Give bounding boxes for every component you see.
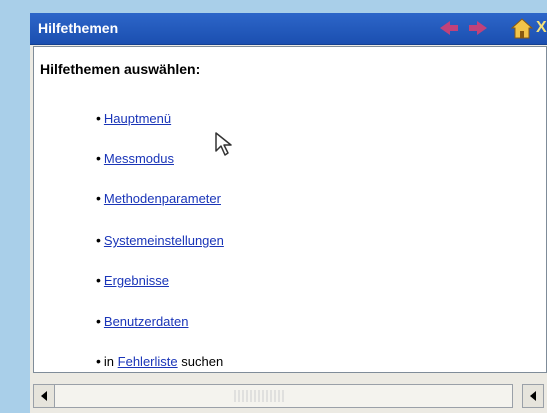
topic-link-hauptmenue[interactable]: Hauptmenü <box>104 111 171 126</box>
bullet-icon: • <box>96 190 101 206</box>
topic-link-ergebnisse[interactable]: Ergebnisse <box>104 273 169 288</box>
forward-button[interactable] <box>468 20 488 36</box>
scroll-left-arrow-icon <box>41 391 47 401</box>
title-bar: Hilfethemen X <box>30 13 547 45</box>
close-icon[interactable]: X <box>536 19 547 37</box>
forward-arrow-icon <box>469 21 487 35</box>
list-item: • Ergebnisse <box>96 272 169 288</box>
list-item: • Hauptmenü <box>96 110 171 126</box>
bullet-icon: • <box>96 353 101 369</box>
home-button[interactable] <box>510 17 534 41</box>
topic-link-systemeinstellungen[interactable]: Systemeinstellungen <box>104 233 224 248</box>
mouse-pointer-icon <box>215 132 232 156</box>
bullet-icon: • <box>96 272 101 288</box>
bullet-icon: • <box>96 313 101 329</box>
scrollbar-thumb[interactable] <box>234 390 284 402</box>
page-heading: Hilfethemen auswählen: <box>40 61 201 77</box>
list-item: • Messmodus <box>96 150 174 166</box>
search-suffix: suchen <box>181 354 224 369</box>
topic-link-benutzerdaten[interactable]: Benutzerdaten <box>104 314 189 329</box>
bullet-icon: • <box>96 232 101 248</box>
list-item: • in Fehlerliste suchen <box>96 353 223 369</box>
help-content-pane: Hilfethemen auswählen: • Hauptmenü • Messm… <box>33 46 547 373</box>
home-icon <box>510 18 534 39</box>
topic-link-messmodus[interactable]: Messmodus <box>104 151 174 166</box>
back-button[interactable] <box>439 20 459 36</box>
list-item: • Methodenparameter <box>96 190 221 206</box>
back-arrow-icon <box>440 21 458 35</box>
horizontal-scrollbar[interactable] <box>33 384 513 408</box>
help-window: Hilfethemen X Hilfethemen auswählen: • Ha… <box>30 13 547 413</box>
error-list-link[interactable]: Fehlerliste <box>118 354 178 369</box>
list-item: • Benutzerdaten <box>96 313 188 329</box>
secondary-scroll-left-button[interactable] <box>522 384 544 408</box>
scroll-left-button[interactable] <box>34 385 55 407</box>
list-item: • Systemeinstellungen <box>96 232 224 248</box>
scroll-left-arrow-icon <box>530 391 536 401</box>
topic-link-methodenparameter[interactable]: Methodenparameter <box>104 191 221 206</box>
window-title: Hilfethemen <box>38 20 119 36</box>
bullet-icon: • <box>96 110 101 126</box>
bullet-icon: • <box>96 150 101 166</box>
search-prefix: in <box>103 354 115 369</box>
